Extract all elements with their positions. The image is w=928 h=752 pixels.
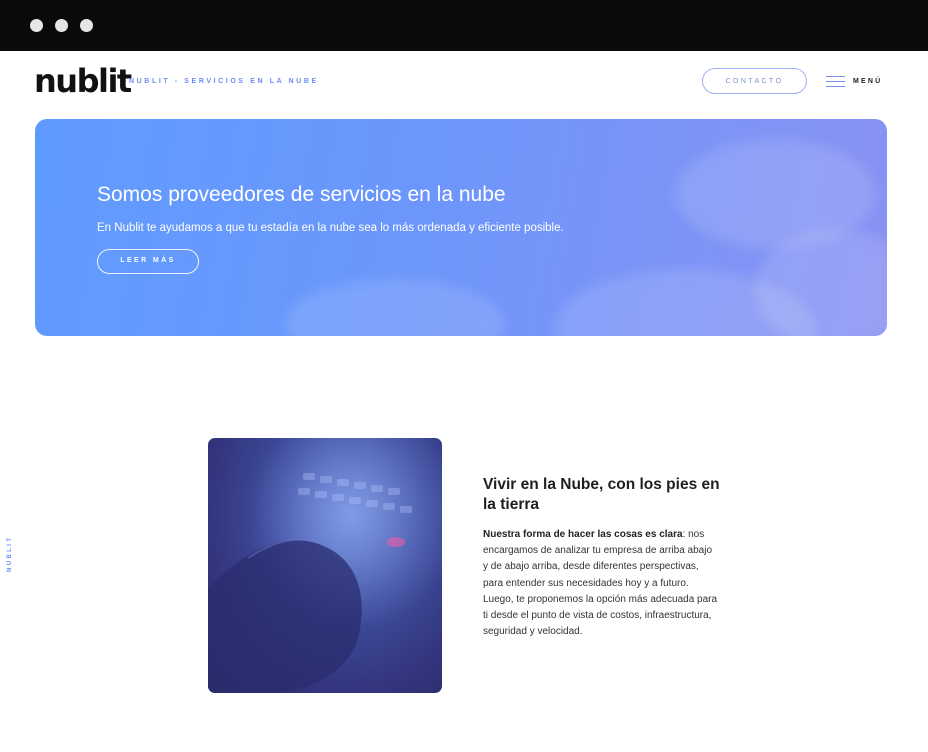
feature-title: Vivir en la Nube, con los pies en la tie… (483, 476, 720, 513)
feature-description: Nuestra forma de hacer las cosas es clar… (483, 527, 719, 640)
window-close-dot[interactable] (30, 19, 43, 32)
window-maximize-dot[interactable] (80, 19, 93, 32)
site-tagline: NUBLIT - SERVICIOS EN LA NUBE (129, 78, 319, 85)
hero-subtitle: En Nublit te ayudamos a que tu estadía e… (97, 222, 564, 234)
menu-label: MENÚ (853, 77, 883, 85)
site-logo[interactable]: nublit (34, 62, 132, 100)
window-minimize-dot[interactable] (55, 19, 68, 32)
hero-title: Somos proveedores de servicios en la nub… (97, 183, 506, 206)
contact-button[interactable]: CONTACTO (702, 68, 807, 94)
feature-lead-text: Nuestra forma de hacer las cosas es clar… (483, 529, 683, 540)
feature-image (208, 438, 442, 693)
hero-banner: Somos proveedores de servicios en la nub… (35, 119, 887, 336)
keyboard-hand-illustration (208, 438, 442, 693)
side-vertical-label: NUBLIT (7, 535, 13, 572)
logo-text: nublit (34, 62, 132, 100)
cloud-shape (285, 279, 505, 336)
read-more-button[interactable]: LEER MÁS (97, 249, 199, 274)
feature-body-text: : nos encargamos de analizar tu empresa … (483, 529, 718, 638)
menu-button[interactable]: MENÚ (826, 73, 882, 89)
hamburger-icon (826, 75, 845, 88)
window-titlebar (0, 0, 928, 51)
